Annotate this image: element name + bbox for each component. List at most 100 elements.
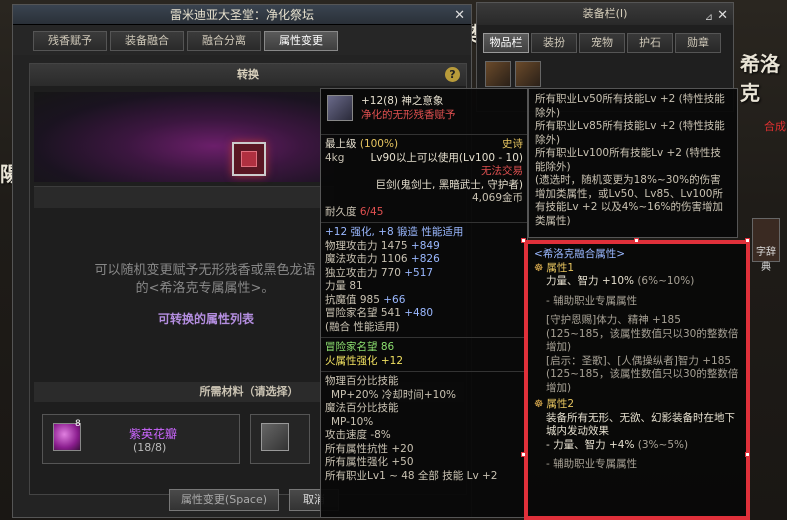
panel-title: 转换 ? (30, 64, 466, 86)
help-icon[interactable]: ? (445, 67, 460, 82)
fire-enhance-label: 火属性强化 (325, 354, 378, 367)
material-slot-2[interactable] (250, 414, 310, 464)
tab-items[interactable]: 物品栏 (483, 33, 529, 53)
fire-enhance-value: +12 (380, 354, 404, 367)
attribute-change-button[interactable]: 属性变更(Space) (169, 489, 279, 511)
material-count-badge: 8 (75, 419, 81, 429)
material-name: 紫英花瓣 (129, 427, 178, 441)
grade-percent: (100%) (359, 138, 399, 150)
stat-row: 冒险家名望 541 +480 (325, 307, 434, 319)
phys-skill-label: 物理百分比技能 (325, 375, 399, 387)
window-title-bar[interactable]: 雷米迪亚大圣堂：净化祭坛 ✕ (13, 5, 471, 25)
tab-equip-fusion[interactable]: 装备融合 (110, 31, 184, 51)
tooltip-stats: +12 强化, +8 锻造 性能适用 物理攻击力 1475 +849 魔法攻击力… (321, 223, 527, 338)
attr2-sub: - 辅助职业专属属性 (546, 458, 638, 470)
tab-attribute-change[interactable]: 属性变更 (264, 31, 338, 51)
untradable-tag: 无法交易 (481, 165, 523, 177)
attr1-main: 力量、智力 +10% (546, 275, 634, 287)
selection-handle[interactable] (521, 452, 526, 457)
inventory-slot[interactable] (485, 61, 511, 87)
tooltip-header: +12(8) 神之意象 净化的无形残香赋予 (321, 89, 527, 135)
material-icon-2 (261, 423, 289, 451)
siroco-fusion-attributes: <希洛克融合属性> ☸ 属性1 力量、智力 +10% (6%~10%) - 辅助职… (524, 240, 750, 520)
attr2-main: 装备所有无形、无欲、幻影装备时在地下城内发动效果 (546, 411, 735, 438)
tab-avatar[interactable]: 装扮 (531, 33, 577, 53)
attr2-title: 属性2 (546, 398, 575, 410)
material-quantity: (18/8) (133, 441, 167, 454)
inventory-slot-row (485, 61, 541, 87)
change-description: 可以随机变更赋予无形残香或黑色龙语 的<希洛克专属属性>。 (94, 263, 316, 296)
dictionary-button[interactable]: 字辞典 (752, 218, 780, 273)
tooltip-basic-info: 最上级 (100%) 史诗 4kg Lv90以上可以使用(Lv100 - 10) 无… (321, 135, 527, 223)
attr2-stat: - 力量、智力 +4% (546, 438, 635, 451)
tab-pet[interactable]: 宠物 (579, 33, 625, 53)
pin-icon[interactable]: ⊿ (705, 7, 713, 29)
durability-label: 耐久度 (325, 205, 357, 218)
fusion-attr-header: <希洛克融合属性> (534, 248, 626, 260)
inventory-tabs: 物品栏 装扮 宠物 护石 勋章 (477, 25, 733, 53)
usable-classes: 巨剑(鬼剑士, 黑暗武士, 守护者) (375, 178, 523, 191)
npc-name-right: 希洛克 (740, 52, 780, 105)
durability-value: 6/45 (359, 205, 384, 218)
all-resist: 所有属性抗性 +20 (325, 442, 414, 455)
fame-value: 86 (380, 341, 395, 353)
right-edge-label: 合成 (764, 120, 786, 133)
tab-talisman[interactable]: 护石 (627, 33, 673, 53)
tab-scent-grant[interactable]: 残香赋予 (33, 31, 107, 51)
tab-medal[interactable]: 勋章 (675, 33, 721, 53)
item-tooltip-extension: 所有职业Lv50所有技能Lv +2 (特性技能除外) 所有职业Lv85所有技能L… (528, 88, 738, 238)
equipment-slot[interactable] (232, 142, 266, 176)
stat-row: 物理攻击力 1475 +849 (325, 239, 440, 252)
inventory-title-bar[interactable]: 装备栏(I) ⊿ ✕ (477, 3, 733, 25)
skill-bonus-line: 所有职业Lv50所有技能Lv +2 (特性技能除外) (535, 93, 725, 119)
seal-icon: ☸ (534, 261, 544, 274)
fusion-applied: (融合 性能适用) (325, 320, 400, 333)
skill-bonus-line: 所有职业Lv85所有技能Lv +2 (特性技能除外) (535, 120, 725, 146)
all-skill-level: 所有职业Lv1 ~ 48 全部 技能 Lv +2 (325, 469, 498, 482)
phys-skill-detail: MP+20% 冷却时间+10% (331, 388, 457, 401)
mag-skill-detail: MP-10% (331, 415, 374, 428)
window-title: 雷米迪亚大圣堂：净化祭坛 (169, 8, 314, 22)
stat-row: 抗魔值 985 +66 (325, 293, 406, 306)
close-icon[interactable]: ✕ (454, 6, 465, 26)
stat-row: 力量 81 (325, 280, 363, 292)
attribute-list-link[interactable]: 可转换的属性列表 (158, 310, 254, 327)
item-weight: 4kg (325, 151, 345, 164)
material-slot[interactable]: 8 紫英花瓣 (18/8) (42, 414, 240, 464)
attack-speed: 攻击速度 -8% (325, 429, 391, 441)
item-price: 4,069金币 (471, 192, 523, 204)
selection-handle[interactable] (521, 238, 526, 243)
item-grade: 最上级 (325, 138, 357, 150)
attr1-sub: - 辅助职业专属属性 (546, 294, 638, 307)
altar-tabs: 残香赋予 装备融合 融合分离 属性变更 (13, 25, 471, 55)
tooltip-skills: 物理百分比技能 MP+20% 冷却时间+10% 魔法百分比技能 MP-10% 攻… (321, 372, 527, 486)
selection-handle[interactable] (634, 238, 639, 243)
skill-bonus-line: 所有职业Lv100所有技能Lv +2 (特性技能除外) (535, 147, 721, 173)
selection-handle[interactable] (745, 452, 750, 457)
divider-bar (34, 186, 334, 208)
all-enhance: 所有属性强化 +50 (325, 456, 414, 468)
tab-fusion-split[interactable]: 融合分离 (187, 31, 261, 51)
item-tooltip: +12(8) 神之意象 净化的无形残香赋予 最上级 (100%) 史诗 4kg Lv… (320, 88, 528, 518)
item-icon (241, 151, 257, 167)
attr1-range: (6%~10%) (637, 275, 695, 287)
stat-row: 魔法攻击力 1106 +826 (325, 253, 440, 265)
attr1-detail: [启示：圣歌]、[人偶操纵者]智力 +185 (125~185，该属性数值只以3… (546, 354, 739, 394)
enhance-line: +12 强化, +8 锻造 性能适用 (325, 226, 464, 238)
item-icon (327, 95, 353, 121)
selection-handle[interactable] (745, 238, 750, 243)
level-requirement: Lv90以上可以使用(Lv100 - 10) (370, 151, 523, 164)
stat-row: 独立攻击力 770 +517 (325, 266, 434, 279)
close-icon[interactable]: ✕ (717, 5, 728, 27)
inventory-title: 装备栏(I) (582, 7, 628, 20)
fame-label: 冒险家名望 (325, 341, 378, 353)
attr1-detail: [守护恩赐]体力、精神 +185 (125~185，该属性数值只以30的整数倍增… (546, 314, 739, 353)
mag-skill-label: 魔法百分比技能 (325, 402, 399, 414)
attr1-title: 属性1 (546, 261, 575, 274)
random-change-note: (遗选时，随机变更为18%~30%的伤害增加类属性，或Lv50、Lv85、Lv1… (535, 174, 724, 227)
attr2-range: (3%~5%) (637, 438, 689, 451)
item-subtitle: 净化的无形残香赋予 (361, 109, 456, 121)
tooltip-fame: 冒险家名望 86 火属性强化 +12 (321, 338, 527, 372)
seal-icon: ☸ (534, 398, 544, 410)
inventory-slot[interactable] (515, 61, 541, 87)
